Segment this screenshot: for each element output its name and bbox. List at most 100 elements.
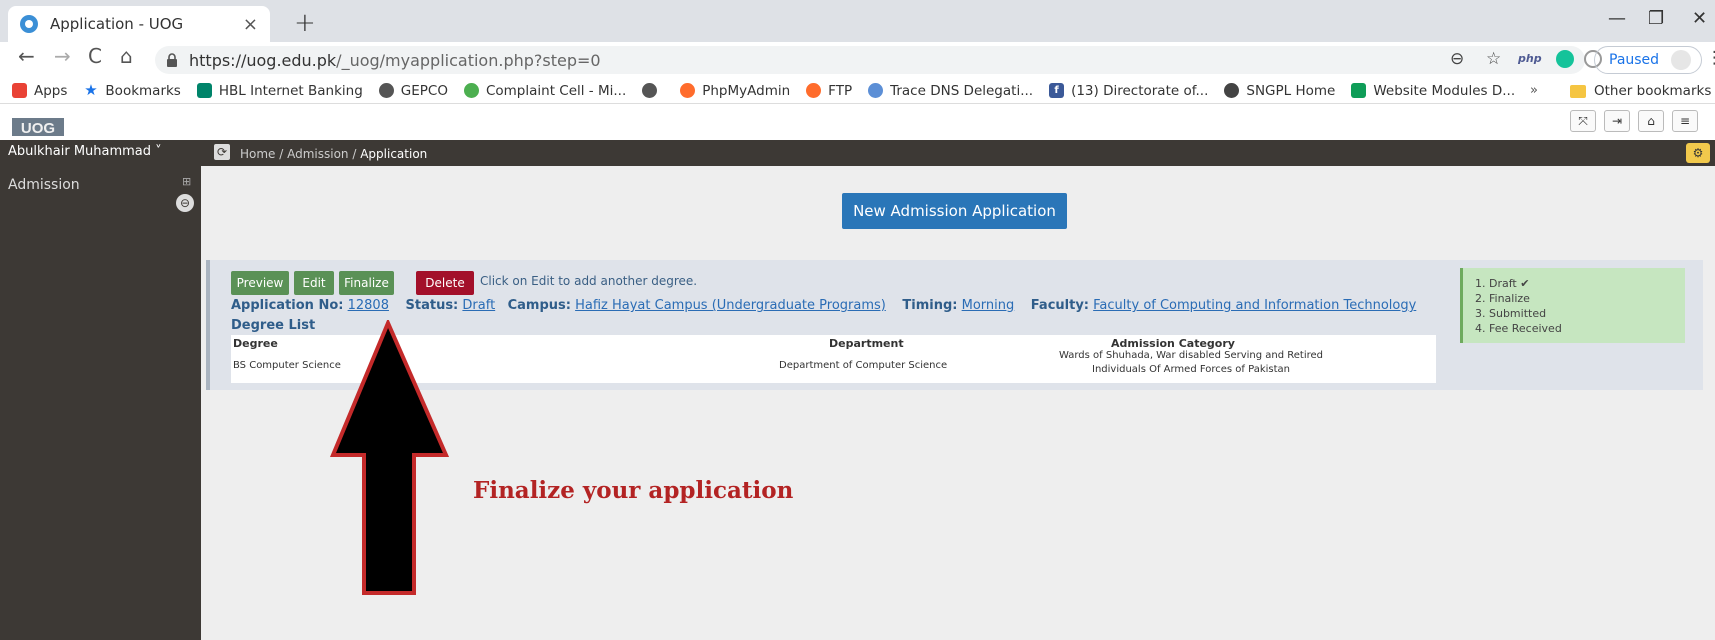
sngpl-icon bbox=[1224, 83, 1240, 98]
profile-status: Paused bbox=[1609, 52, 1660, 68]
minimize-icon[interactable]: — bbox=[1608, 8, 1626, 29]
back-icon[interactable]: ← bbox=[18, 44, 35, 68]
address-bar[interactable]: https://uog.edu.pk/_uog/myapplication.ph… bbox=[155, 46, 1585, 74]
collapse-sidebar-icon[interactable]: ⊖ bbox=[176, 194, 194, 212]
other-bookmarks-label: Other bookmarks bbox=[1594, 83, 1712, 99]
finalize-button[interactable]: Finalize bbox=[339, 271, 394, 295]
app-header bbox=[0, 104, 1715, 140]
application-steps: 1. Draft ✔ 2. Finalize 3. Submitted 4. F… bbox=[1460, 268, 1685, 343]
lock-icon bbox=[167, 53, 177, 67]
column-header-admission-category: Admission Category bbox=[1111, 337, 1235, 350]
step-finalize: 2. Finalize bbox=[1475, 292, 1530, 305]
menu-button[interactable]: ≡ bbox=[1672, 110, 1698, 132]
globe-icon bbox=[378, 83, 394, 98]
bookmark-label: PhpMyAdmin bbox=[702, 82, 791, 99]
new-admission-application-button[interactable]: New Admission Application bbox=[842, 193, 1067, 229]
bookmark-dns[interactable]: Trace DNS Delegati... bbox=[868, 83, 1033, 99]
bookmark-label: Bookmarks bbox=[105, 82, 181, 99]
bookmark-gepco[interactable]: GEPCO bbox=[378, 83, 448, 99]
close-window-icon[interactable]: ✕ bbox=[1692, 8, 1707, 29]
timing-label: Timing: bbox=[902, 298, 958, 313]
complaint-icon bbox=[463, 83, 479, 98]
status-label: Status: bbox=[405, 298, 459, 313]
settings-icon[interactable]: ⚙ bbox=[1686, 143, 1710, 163]
edit-hint: Click on Edit to add another degree. bbox=[480, 274, 698, 288]
bookmark-hbl[interactable]: HBL Internet Banking bbox=[196, 82, 363, 99]
breadcrumb-admission[interactable]: Admission bbox=[287, 147, 348, 161]
profile-button[interactable]: Paused bbox=[1594, 46, 1702, 74]
bookmark-label: HBL Internet Banking bbox=[218, 82, 363, 99]
logout-button[interactable]: ⇥ bbox=[1604, 110, 1630, 132]
user-menu[interactable]: Abulkhair Muhammad ˅ bbox=[8, 144, 162, 159]
bookmark-globe[interactable] bbox=[642, 83, 664, 98]
step-draft: 1. Draft ✔ bbox=[1475, 277, 1530, 290]
zoom-icon[interactable]: ⊖ bbox=[1450, 49, 1464, 69]
breadcrumb-application: Application bbox=[360, 147, 428, 161]
bookmark-label: Website Modules D... bbox=[1373, 82, 1516, 99]
dns-icon bbox=[868, 83, 884, 98]
new-tab-button[interactable]: + bbox=[294, 8, 316, 38]
annotation-text: Finalize your application bbox=[473, 477, 794, 504]
breadcrumb: Home / Admission / Application bbox=[240, 147, 427, 161]
campus-label: Campus: bbox=[507, 298, 571, 313]
bookmark-phpmyadmin[interactable]: PhpMyAdmin bbox=[680, 83, 790, 99]
annotation-arrow-up-icon bbox=[330, 320, 450, 595]
column-header-department: Department bbox=[829, 337, 904, 350]
url-host: https://uog.edu.pk bbox=[189, 50, 337, 70]
cpanel-icon bbox=[680, 83, 696, 98]
tab-close-icon[interactable]: × bbox=[243, 14, 258, 35]
php-extension-icon[interactable]: php bbox=[1518, 52, 1542, 65]
grammarly-icon[interactable] bbox=[1556, 50, 1574, 68]
hbl-icon bbox=[196, 83, 212, 98]
breadcrumb-home[interactable]: Home bbox=[240, 147, 275, 161]
apps-grid-icon bbox=[12, 83, 27, 98]
maximize-icon[interactable]: ❐ bbox=[1648, 8, 1664, 29]
sidebar-item-admission[interactable]: Admission bbox=[8, 177, 80, 193]
degree-list-title: Degree List bbox=[231, 318, 316, 333]
fullscreen-button[interactable]: ⤧ bbox=[1570, 110, 1596, 132]
faculty-label: Faculty: bbox=[1030, 298, 1089, 313]
delete-button[interactable]: Delete bbox=[416, 271, 474, 295]
bookmark-complaint[interactable]: Complaint Cell - Mi... bbox=[463, 82, 627, 99]
expand-icon[interactable]: ⊞ bbox=[182, 175, 191, 188]
uog-logo: UOG bbox=[12, 118, 64, 137]
preview-button[interactable]: Preview bbox=[231, 271, 289, 295]
home-icon[interactable]: ⌂ bbox=[120, 44, 133, 68]
table-cell-department: Department of Computer Science bbox=[779, 360, 948, 371]
campus-link[interactable]: Hafiz Hayat Campus (Undergraduate Progra… bbox=[575, 298, 886, 313]
faculty-link[interactable]: Faculty of Computing and Information Tec… bbox=[1093, 298, 1416, 313]
bookmark-label: Complaint Cell - Mi... bbox=[485, 82, 627, 99]
bookmark-ftp[interactable]: FTP bbox=[806, 83, 852, 99]
timing-link[interactable]: Morning bbox=[962, 298, 1015, 313]
bookmark-bookmarks[interactable]: ★ Bookmarks bbox=[83, 82, 181, 99]
sheets-icon bbox=[1351, 83, 1367, 98]
status-link[interactable]: Draft bbox=[462, 298, 495, 313]
bookmark-facebook[interactable]: f (13) Directorate of... bbox=[1049, 83, 1208, 99]
edit-button[interactable]: Edit bbox=[294, 271, 334, 295]
bookmark-apps[interactable]: Apps bbox=[12, 83, 67, 99]
url-path: /_uog/myapplication.php?step=0 bbox=[336, 50, 601, 70]
bookmark-sngpl[interactable]: SNGPL Home bbox=[1224, 83, 1335, 99]
table-cell-category-line2: Individuals Of Armed Forces of Pakistan bbox=[1092, 364, 1290, 375]
browser-tab[interactable]: Application - UOG × bbox=[8, 6, 270, 42]
application-no-link[interactable]: 12808 bbox=[348, 298, 389, 313]
other-bookmarks[interactable]: Other bookmarks bbox=[1570, 78, 1711, 104]
table-cell-degree: BS Computer Science bbox=[233, 360, 341, 371]
refresh-icon[interactable]: ⟳ bbox=[214, 144, 230, 160]
forward-icon[interactable]: → bbox=[54, 44, 71, 68]
bookmark-label: (13) Directorate of... bbox=[1071, 82, 1209, 99]
bookmark-website-modules[interactable]: Website Modules D... bbox=[1351, 83, 1515, 99]
tab-title: Application - UOG bbox=[50, 15, 184, 33]
folder-icon bbox=[1570, 84, 1586, 98]
bookmark-label: Trace DNS Delegati... bbox=[890, 82, 1034, 99]
more-bookmarks-icon[interactable]: » bbox=[1530, 83, 1538, 98]
application-summary: Application No: 12808 Status: Draft Camp… bbox=[231, 298, 1416, 313]
reload-icon[interactable]: C bbox=[88, 44, 102, 68]
star-icon[interactable]: ☆ bbox=[1486, 49, 1501, 69]
logo-text: UOG bbox=[21, 120, 55, 137]
breadcrumb-separator: / bbox=[348, 147, 361, 161]
column-header-degree: Degree bbox=[233, 337, 278, 350]
step-fee-received: 4. Fee Received bbox=[1475, 322, 1562, 335]
home-button[interactable]: ⌂ bbox=[1638, 110, 1664, 132]
menu-icon[interactable]: ⋮ bbox=[1706, 48, 1715, 68]
